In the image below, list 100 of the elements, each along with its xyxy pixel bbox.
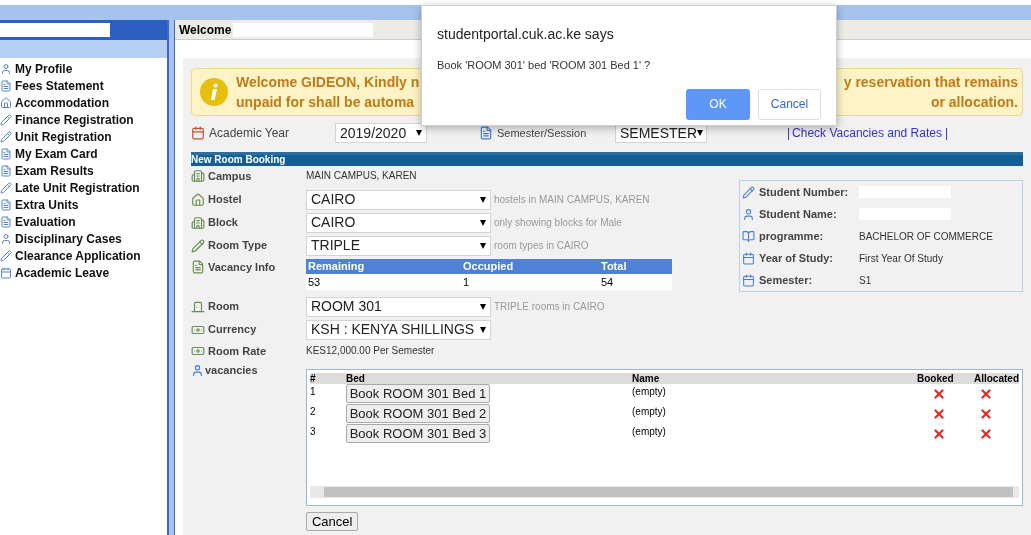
- house-icon: [191, 192, 205, 207]
- dialog-message: Book 'ROOM 301' bed 'ROOM 301 Bed 1' ?: [437, 58, 652, 73]
- field-value: BACHELOR OF COMMERCE: [859, 229, 993, 244]
- sidebar-item[interactable]: My Profile: [0, 60, 168, 77]
- field-hint: room types in CAIRO: [494, 239, 589, 253]
- field-label: Block: [208, 215, 238, 231]
- notice-text: unpaid for shall be automa: [236, 93, 415, 112]
- field-label: Room Type: [208, 238, 268, 254]
- person-icon: [0, 62, 12, 75]
- pencil-icon: [0, 130, 12, 143]
- cancel-button[interactable]: Cancel: [306, 512, 359, 531]
- sidebar-item[interactable]: Accommodation: [0, 94, 168, 111]
- document-icon: [0, 215, 12, 228]
- notice-text: y reservation that remains: [843, 73, 1018, 92]
- field-label: programme:: [759, 228, 825, 244]
- person-icon: [742, 207, 755, 221]
- house-icon: [0, 96, 12, 109]
- field-label: Student Number:: [759, 184, 850, 200]
- door-icon: [191, 299, 205, 314]
- separator-text: |: [944, 125, 949, 142]
- book-bed-button[interactable]: Book ROOM 301 Bed 1: [346, 384, 490, 403]
- caret-icon: [480, 219, 486, 226]
- dropdown[interactable]: ROOM 301: [306, 296, 491, 317]
- sidebar-item[interactable]: Unit Registration: [0, 128, 168, 145]
- document-icon: [191, 260, 205, 275]
- sidebar-item[interactable]: Exam Results: [0, 162, 168, 179]
- field-value: First Year Of Study: [859, 251, 943, 266]
- field-label: Currency: [208, 322, 257, 338]
- field-label: Campus: [208, 169, 252, 184]
- column-header: #: [310, 373, 317, 384]
- field-label: Hostel: [208, 192, 242, 208]
- document-icon: [0, 164, 12, 177]
- table-cell-text: (empty): [632, 385, 667, 399]
- pencil-icon: [191, 238, 205, 253]
- info-icon: [200, 78, 228, 106]
- pencil-icon: [0, 113, 12, 126]
- caret-icon: [480, 242, 486, 249]
- person-icon: [0, 232, 12, 245]
- document-icon: [0, 198, 12, 211]
- pencil-icon: [0, 249, 12, 262]
- column-header: Booked: [917, 373, 955, 384]
- building-icon: [191, 215, 205, 230]
- row-number: 1: [310, 385, 317, 399]
- notice-text: or allocation.: [930, 93, 1018, 112]
- cancel-button[interactable]: Cancel: [758, 88, 821, 120]
- row-number: 3: [310, 425, 317, 439]
- caret-icon: [480, 303, 486, 310]
- column-header: Total: [601, 259, 628, 274]
- field-label: vacancies: [205, 362, 258, 378]
- field-value: S1: [859, 273, 872, 288]
- sidebar-item[interactable]: Late Unit Registration: [0, 179, 168, 196]
- sidebar-item[interactable]: Extra Units: [0, 196, 168, 213]
- sidebar-item[interactable]: My Exam Card: [0, 145, 168, 162]
- calendar-icon: [0, 266, 12, 279]
- document-icon: [479, 126, 493, 140]
- welcome-text: Welcome: [179, 21, 232, 39]
- field-hint: hostels in MAIN CAMPUS, KAREN: [494, 193, 650, 207]
- field-label: Semester:: [759, 272, 814, 288]
- field-value: MAIN CAMPUS, KAREN: [306, 169, 417, 183]
- field-label: Semester/Session: [497, 125, 588, 141]
- caret-icon: [480, 196, 486, 203]
- section-header: New Room Booking: [191, 152, 1023, 166]
- table-cell-text: (empty): [632, 405, 667, 419]
- field-label: Academic Year: [209, 125, 291, 142]
- dropdown[interactable]: KSH : KENYA SHILLINGS: [306, 319, 491, 340]
- table-cell-text: 1: [463, 275, 471, 290]
- sidebar-item[interactable]: Finance Registration: [0, 111, 168, 128]
- column-header: Allocated: [974, 373, 1019, 384]
- field-label: Vacancy Info: [208, 260, 276, 275]
- dropdown[interactable]: 2019/2020: [335, 123, 427, 143]
- field-hint: TRIPLE rooms in CAIRO: [494, 300, 605, 314]
- building-icon: [191, 169, 205, 184]
- sidebar-item[interactable]: Fees Statement: [0, 77, 168, 94]
- sidebar-item[interactable]: Clearance Application: [0, 247, 168, 264]
- dropdown[interactable]: CAIRO: [306, 189, 491, 210]
- table-cell-text: 53: [308, 275, 322, 290]
- calendar-icon: [191, 126, 205, 140]
- pencil-icon: [742, 185, 755, 199]
- sidebar-item[interactable]: Academic Leave: [0, 264, 168, 281]
- field-label: Student Name:: [759, 206, 838, 222]
- pencil-icon: [0, 181, 12, 194]
- caret-icon: [480, 326, 486, 333]
- sidebar-item[interactable]: Disciplinary Cases: [0, 230, 168, 247]
- book-bed-button[interactable]: Book ROOM 301 Bed 3: [346, 424, 490, 443]
- dialog-title: studentportal.cuk.ac.ke says: [437, 25, 615, 44]
- sidebar-item[interactable]: Evaluation: [0, 213, 168, 230]
- table-cell-text: (empty): [632, 425, 667, 439]
- field-value: KES12,000.00 Per Semester: [306, 344, 435, 358]
- book-icon: [742, 229, 755, 243]
- calendar-icon: [742, 251, 755, 265]
- calendar-icon: [742, 273, 755, 287]
- dropdown[interactable]: TRIPLE: [306, 235, 491, 256]
- check-vacancies-link[interactable]: Check Vacancies and Rates: [792, 124, 942, 142]
- field-label: Year of Study:: [759, 250, 834, 266]
- field-label: Room: [208, 299, 240, 315]
- table-cell-text: 54: [601, 275, 615, 290]
- book-bed-button[interactable]: Book ROOM 301 Bed 2: [346, 404, 490, 423]
- column-header: Bed: [346, 373, 366, 384]
- person-icon: [191, 363, 204, 377]
- dropdown[interactable]: CAIRO: [306, 212, 491, 233]
